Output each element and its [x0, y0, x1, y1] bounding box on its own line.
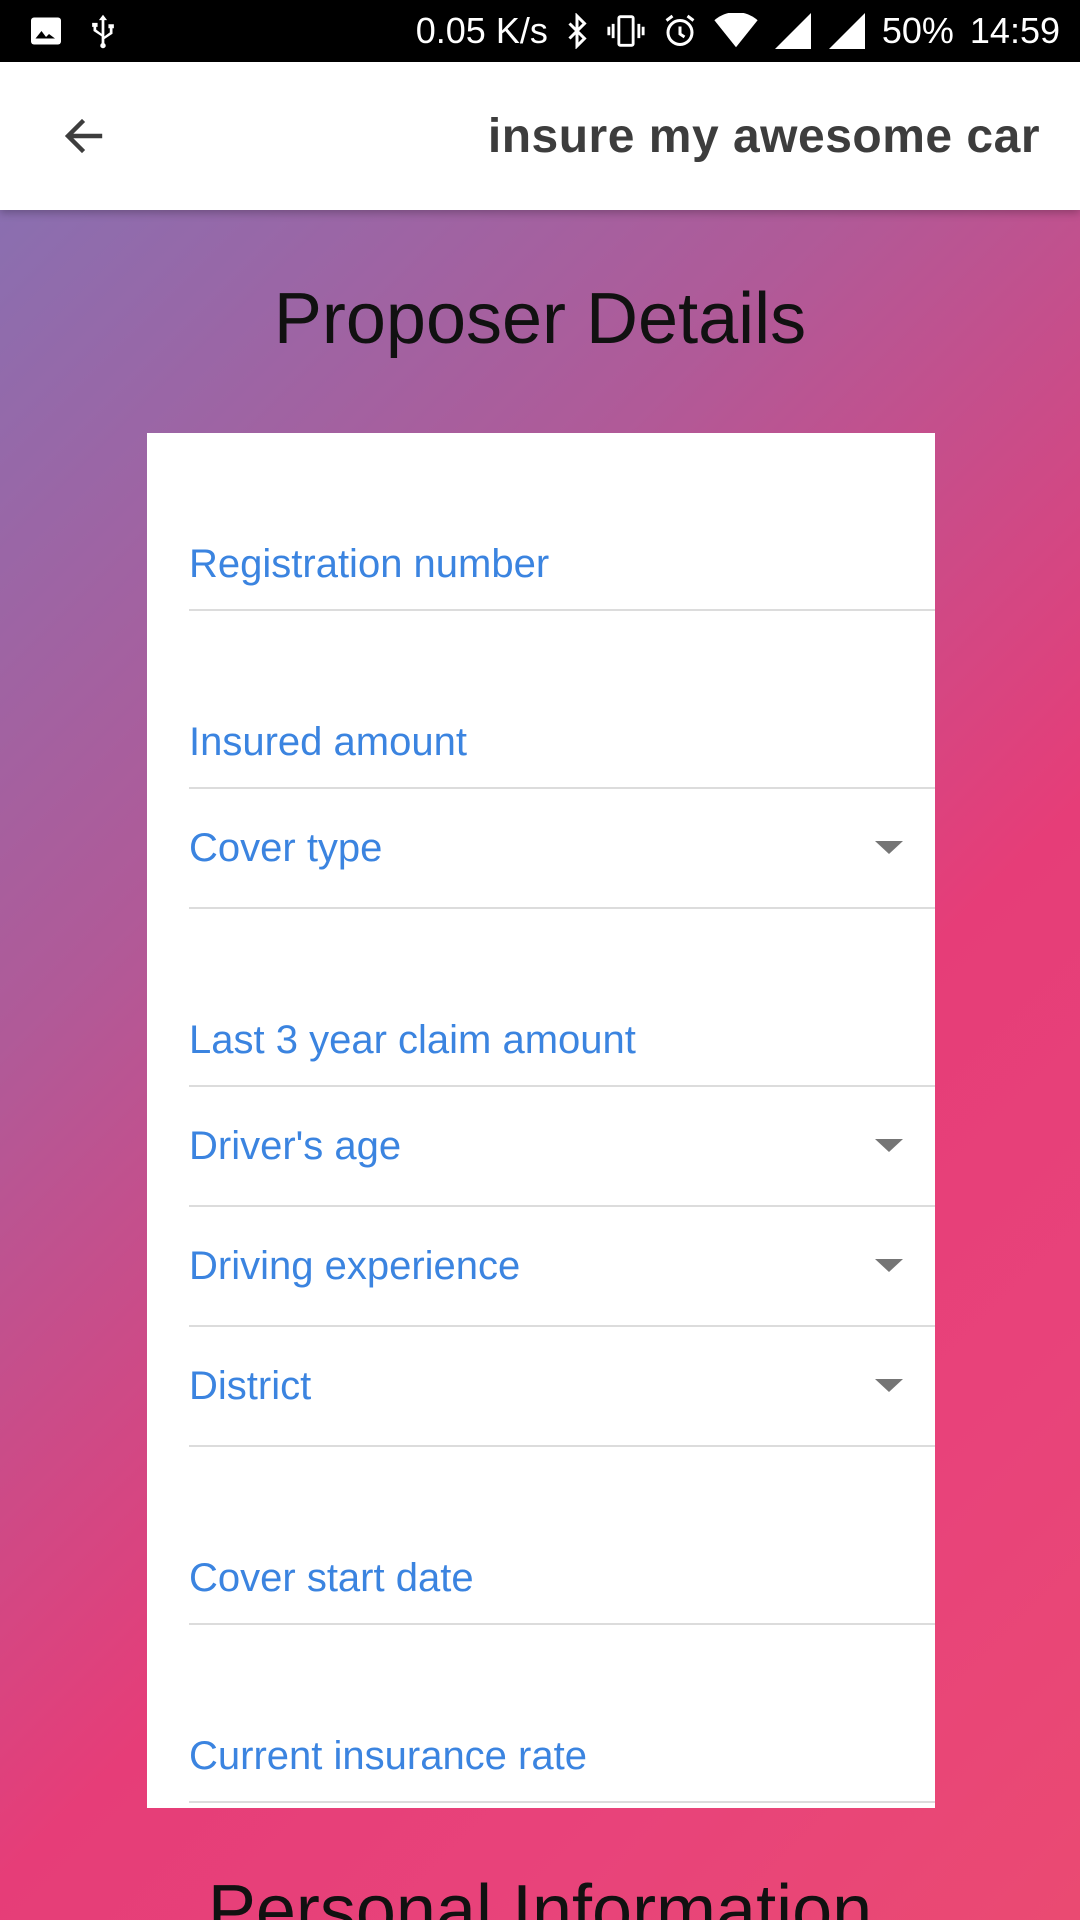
district-dropdown[interactable]: District — [189, 1327, 935, 1447]
driving-experience-dropdown[interactable]: Driving experience — [189, 1207, 935, 1327]
app-title: insure my awesome car — [487, 109, 1040, 163]
section-title-personal-information: Personal Information — [207, 1871, 873, 1920]
chevron-down-icon — [875, 1379, 903, 1392]
field-label: Insured amount — [189, 720, 467, 764]
field-label: District — [189, 1364, 312, 1408]
insured-amount-field[interactable]: Insured amount — [189, 611, 935, 789]
cover-type-dropdown[interactable]: Cover type — [189, 789, 935, 909]
signal-icon — [774, 13, 812, 49]
clock: 14:59 — [969, 10, 1060, 51]
alarm-icon — [662, 13, 698, 49]
proposer-form-card: Registration number Insured amount Cover… — [147, 433, 935, 1808]
field-label: Driving experience — [189, 1244, 521, 1288]
registration-number-field[interactable]: Registration number — [189, 433, 935, 611]
battery-level: 50% — [881, 10, 954, 51]
vibrate-icon — [606, 13, 646, 49]
network-speed: 0.05 K/s — [415, 10, 548, 51]
field-label: Cover type — [189, 826, 383, 870]
field-label: Last 3 year claim amount — [189, 1018, 636, 1062]
chevron-down-icon — [875, 1259, 903, 1272]
bluetooth-icon — [564, 13, 590, 49]
field-label: Registration number — [189, 542, 550, 586]
signal-icon — [828, 13, 866, 49]
current-insurance-rate-field[interactable]: Current insurance rate — [189, 1625, 935, 1803]
status-bar: 0.05 K/s 50% 14:59 — [0, 0, 1080, 62]
image-icon — [28, 13, 64, 49]
chevron-down-icon — [875, 841, 903, 854]
section-title: Proposer Details — [273, 279, 807, 359]
field-label: Driver's age — [189, 1124, 402, 1168]
back-button[interactable] — [58, 110, 110, 162]
status-bar-left — [28, 12, 120, 50]
app-bar: insure my awesome car — [0, 62, 1080, 210]
drivers-age-dropdown[interactable]: Driver's age — [189, 1087, 935, 1207]
claim-amount-field[interactable]: Last 3 year claim amount — [189, 909, 935, 1087]
wifi-icon — [714, 13, 758, 49]
field-label: Current insurance rate — [189, 1734, 587, 1778]
status-bar-right: 0.05 K/s 50% 14:59 — [416, 10, 1060, 52]
arrow-left-icon — [64, 118, 103, 154]
field-label: Cover start date — [189, 1556, 474, 1600]
cover-start-date-field[interactable]: Cover start date — [189, 1447, 935, 1625]
main-content[interactable]: Proposer Details Registration number Ins… — [0, 210, 1080, 1920]
chevron-down-icon — [875, 1139, 903, 1152]
usb-icon — [86, 12, 120, 50]
